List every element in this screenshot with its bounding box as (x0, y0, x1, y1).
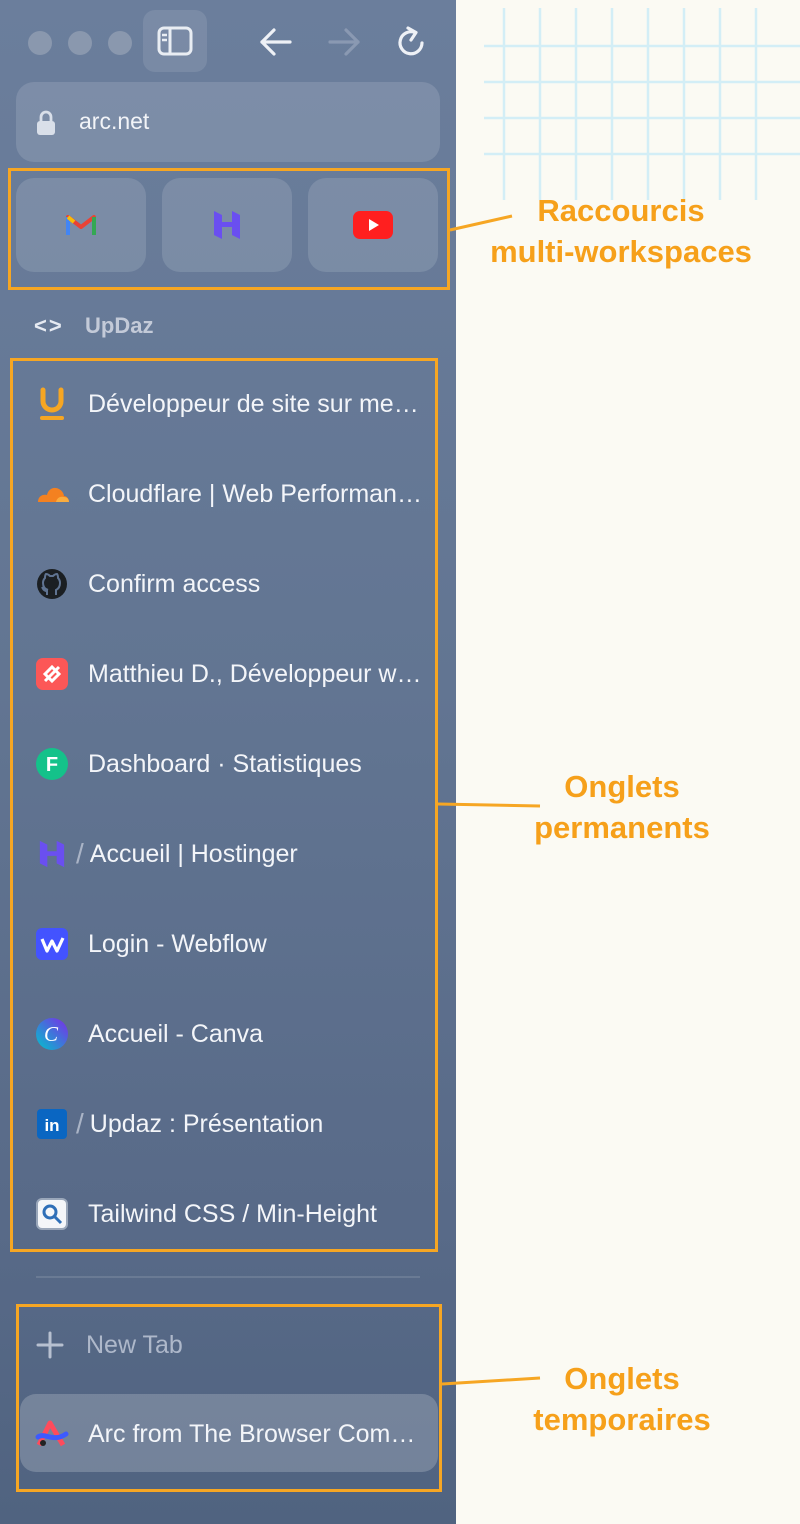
annotation-label-shortcuts: Raccourcis multi-workspaces (490, 193, 752, 269)
annotation-label-temporary: Onglets temporaires (533, 1361, 711, 1437)
annotation-label-permanent: Onglets permanents (534, 769, 710, 845)
